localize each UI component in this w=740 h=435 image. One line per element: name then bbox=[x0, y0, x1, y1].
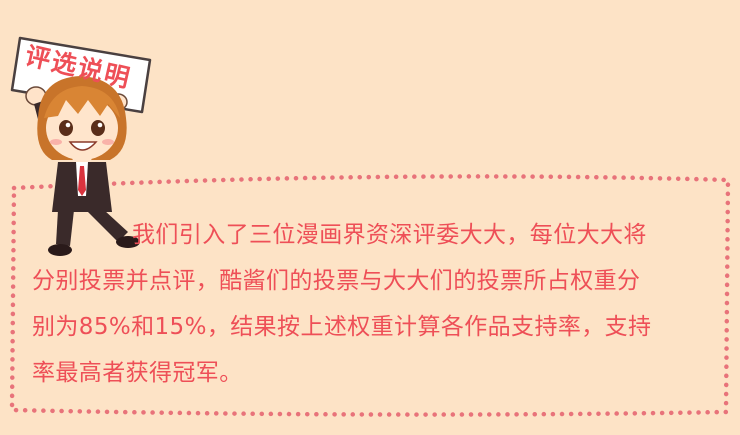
description-line-2: 分别投票并点评，酷酱们的投票与大大们的投票所占权重分 bbox=[32, 268, 641, 294]
description-line-1: 我们引入了三位漫画界资深评委大大，每位大大将 bbox=[132, 222, 647, 248]
description-line-4: 率最高者获得冠军。 bbox=[32, 360, 243, 386]
page-canvas: 评选说明 我们引入了三位漫画界资深评委大大，每位大大将 分别投票并点评，酷酱们的… bbox=[0, 0, 740, 435]
description-text: 我们引入了三位漫画界资深评委大大，每位大大将 分别投票并点评，酷酱们的投票与大大… bbox=[32, 212, 722, 396]
description-line-3: 别为85%和15%，结果按上述权重计算各作品支持率，支持 bbox=[32, 314, 652, 340]
